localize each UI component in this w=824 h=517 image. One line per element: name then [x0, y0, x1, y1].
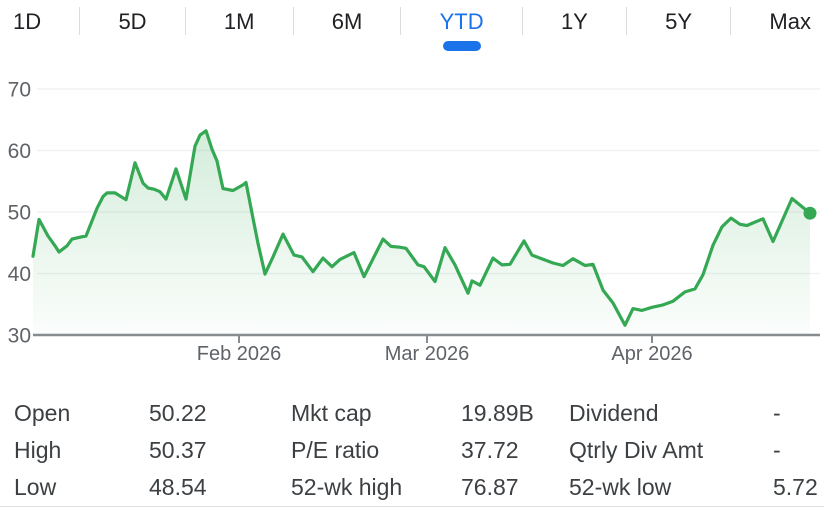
stats-row-1: Open 50.22 Mkt cap 19.89B Dividend - — [14, 395, 812, 432]
tab-6m[interactable]: 6M — [332, 11, 363, 33]
key-stats-table: Open 50.22 Mkt cap 19.89B Dividend - Hig… — [0, 385, 824, 506]
tab-1m-label: 1M — [224, 9, 255, 34]
stat-value-52wk-high: 76.87 — [461, 474, 569, 501]
tab-divider — [522, 7, 523, 35]
tab-max[interactable]: Max — [769, 11, 811, 33]
stat-value-52wk-low: 5.72 — [773, 474, 818, 501]
tab-ytd[interactable]: YTD — [440, 11, 484, 33]
tab-ytd-underline — [443, 41, 481, 51]
range-tab-bar: 1D 5D 1M 6M YTD 1Y 5Y Max — [0, 0, 824, 55]
stats-row-2: High 50.37 P/E ratio 37.72 Qtrly Div Amt… — [14, 432, 812, 469]
area-fill — [33, 131, 810, 335]
tab-1d-label: 1D — [13, 9, 41, 34]
stat-value-dividend: - — [773, 400, 812, 427]
tab-divider — [626, 7, 627, 35]
y-axis-label: 50 — [8, 202, 31, 225]
stat-value-high: 50.37 — [149, 437, 291, 464]
price-chart-area[interactable]: 30 40 50 60 70 Feb 2026 Mar 2026 Apr 2026 — [0, 55, 824, 385]
tab-1m[interactable]: 1M — [224, 11, 255, 33]
stat-label-qtrly-div-amt: Qtrly Div Amt — [569, 437, 773, 464]
tab-6m-label: 6M — [332, 9, 363, 34]
tab-divider — [185, 7, 186, 35]
stat-label-52wk-high: 52-wk high — [291, 474, 461, 501]
tab-1y-label: 1Y — [561, 9, 588, 34]
tab-divider — [293, 7, 294, 35]
y-axis-label: 40 — [8, 263, 31, 286]
y-axis-label: 70 — [8, 79, 31, 102]
stat-value-mkt-cap: 19.89B — [461, 400, 569, 427]
stat-value-qtrly-div-amt: - — [773, 437, 812, 464]
y-axis-label: 60 — [8, 140, 31, 163]
stats-row-3: Low 48.54 52-wk high 76.87 52-wk low 5.7… — [14, 469, 812, 506]
bottom-divider — [0, 506, 824, 507]
tab-divider — [730, 7, 731, 35]
tab-5y-label: 5Y — [665, 9, 692, 34]
y-axis-label: 30 — [8, 325, 31, 348]
stock-finance-widget: 1D 5D 1M 6M YTD 1Y 5Y Max 30 40 50 60 70 Feb… — [0, 0, 824, 517]
tab-ytd-label: YTD — [440, 9, 484, 34]
tab-divider — [400, 7, 401, 35]
tab-max-label: Max — [769, 9, 811, 34]
tab-1d[interactable]: 1D — [13, 11, 41, 33]
tab-5y[interactable]: 5Y — [665, 11, 692, 33]
stat-label-dividend: Dividend — [569, 400, 773, 427]
stat-label-high: High — [14, 437, 149, 464]
tab-1y[interactable]: 1Y — [561, 11, 588, 33]
stat-label-pe-ratio: P/E ratio — [291, 437, 461, 464]
x-axis-label: Mar 2026 — [385, 343, 470, 365]
tab-5d-label: 5D — [118, 9, 146, 34]
stat-label-low: Low — [14, 474, 149, 501]
tab-divider — [79, 7, 80, 35]
stat-value-low: 48.54 — [149, 474, 291, 501]
tab-5d[interactable]: 5D — [118, 11, 146, 33]
stat-value-pe-ratio: 37.72 — [461, 437, 569, 464]
stat-label-mkt-cap: Mkt cap — [291, 400, 461, 427]
price-chart-svg[interactable]: 30 40 50 60 70 Feb 2026 Mar 2026 Apr 2026 — [0, 55, 824, 385]
x-axis-label: Feb 2026 — [197, 343, 282, 365]
stat-label-52wk-low: 52-wk low — [569, 474, 773, 501]
stat-label-open: Open — [14, 400, 149, 427]
stat-value-open: 50.22 — [149, 400, 291, 427]
x-axis-label: Apr 2026 — [611, 343, 692, 365]
latest-price-dot — [804, 207, 817, 220]
